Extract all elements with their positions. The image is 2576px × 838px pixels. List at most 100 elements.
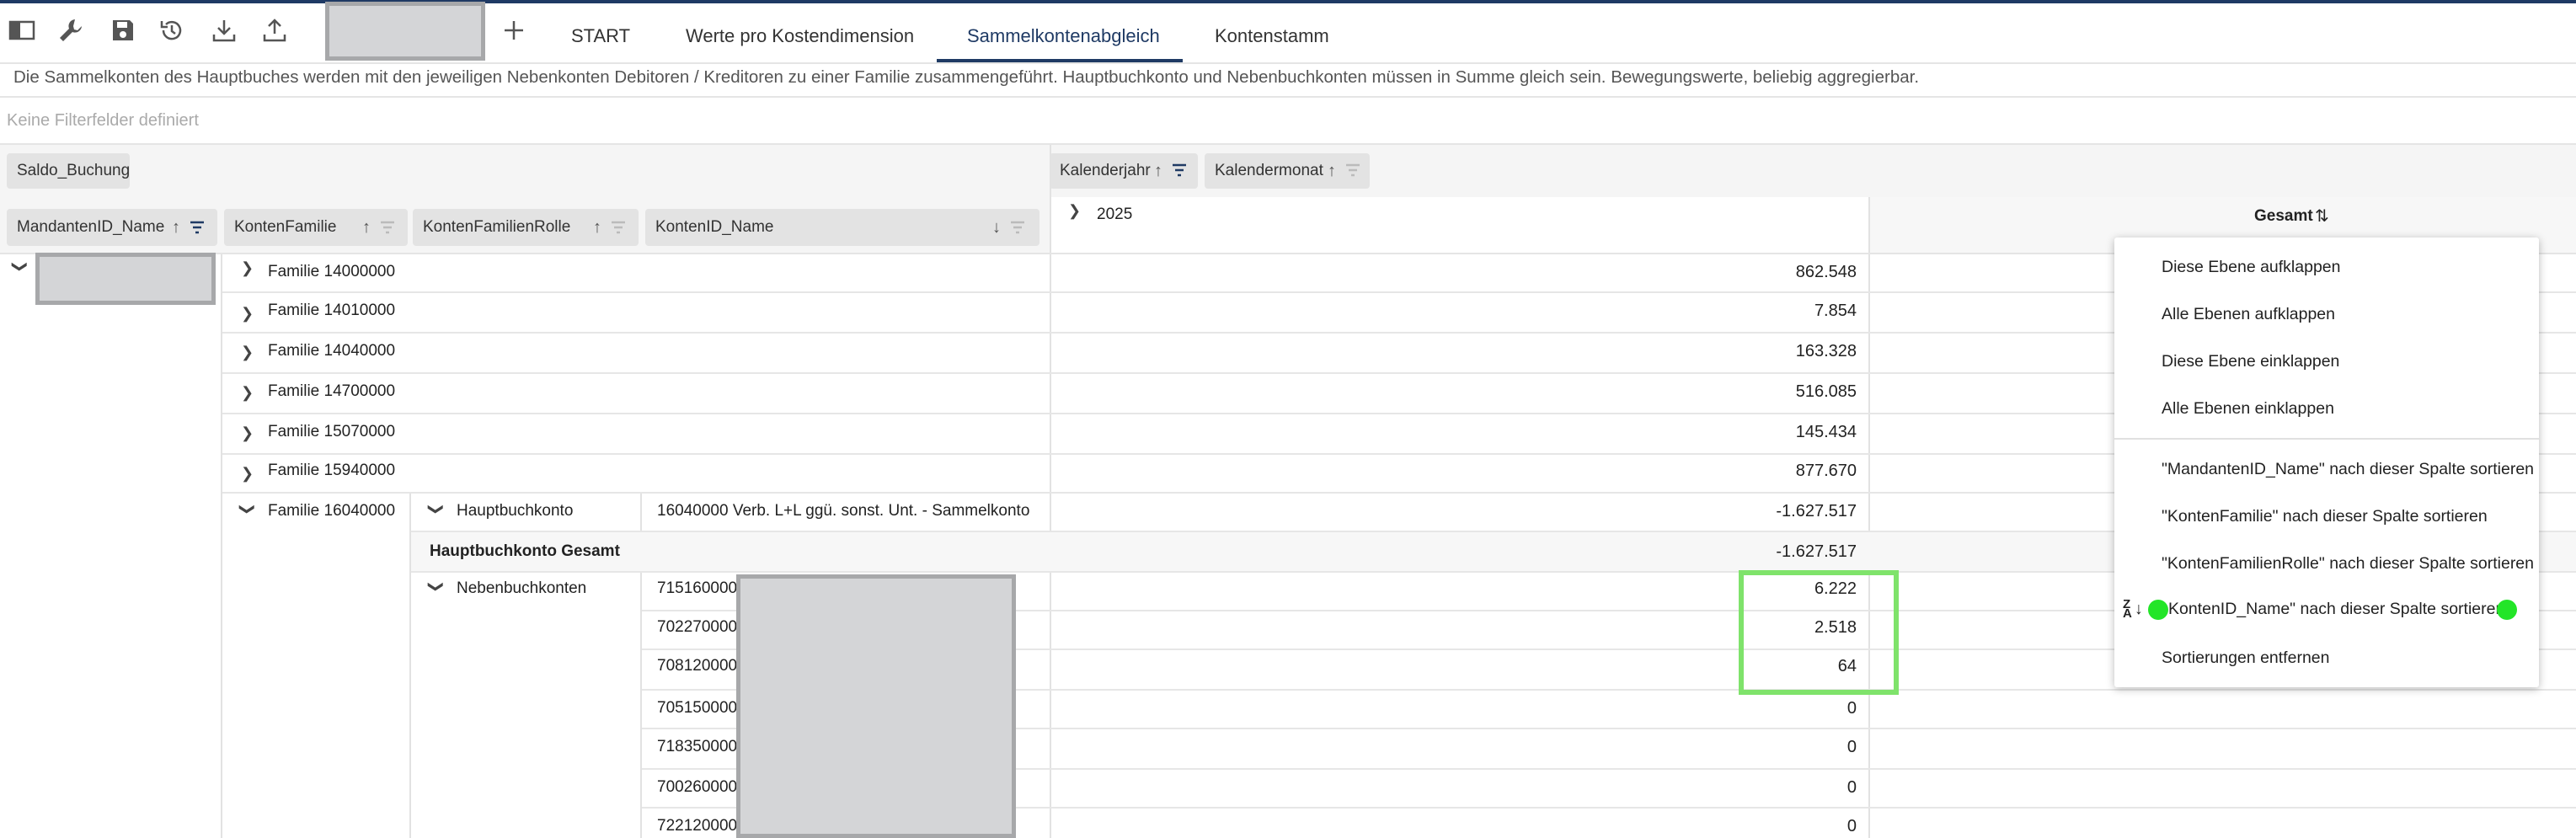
column-field-label: Kalenderjahr bbox=[1060, 162, 1151, 179]
marker-dot bbox=[2148, 600, 2168, 620]
account-value: 0 bbox=[1846, 738, 1857, 756]
row-field-chip-kontenfamilienrolle[interactable]: KontenFamilienRolle ↑ bbox=[413, 209, 639, 246]
family-value: 145.434 bbox=[1795, 423, 1857, 441]
filter-icon[interactable] bbox=[379, 219, 396, 241]
chevron-right-icon[interactable]: ❯ bbox=[241, 259, 254, 277]
menu-item-sort-kontenfamilie[interactable]: "KontenFamilie" nach dieser Spalte sorti… bbox=[2162, 507, 2488, 526]
row-field-chip-kontenfamilie[interactable]: KontenFamilie ↑ bbox=[224, 209, 408, 246]
family-label: Familie 15070000 bbox=[268, 423, 396, 440]
chevron-right-icon[interactable]: ❯ bbox=[241, 305, 254, 323]
tab-sammelkontenabgleich[interactable]: Sammelkontenabgleich bbox=[967, 8, 1160, 64]
menu-item-sort-kontenfamilienrolle[interactable]: "KontenFamilienRolle" nach dieser Spalte… bbox=[2162, 554, 2534, 574]
menu-separator bbox=[2114, 438, 2539, 440]
row-field-label: KontenFamilie bbox=[234, 218, 337, 236]
row-field-label: KontenFamilienRolle bbox=[423, 218, 571, 236]
filter-icon[interactable] bbox=[1009, 219, 1026, 241]
family-label: Familie 16040000 bbox=[268, 502, 396, 520]
sort-ascending-icon[interactable]: ↑ bbox=[1154, 162, 1162, 181]
chevron-right-icon[interactable]: ❯ bbox=[241, 384, 254, 402]
role-label: Hauptbuchkonto bbox=[457, 502, 574, 520]
sort-arrow-icon: ↓ bbox=[2135, 600, 2143, 618]
panel-icon[interactable] bbox=[3, 12, 40, 49]
column-header-year: 2025 bbox=[1097, 205, 1133, 223]
chevron-right-icon[interactable]: ❯ bbox=[241, 424, 254, 442]
family-label: Familie 15940000 bbox=[268, 462, 396, 479]
account-value: 0 bbox=[1846, 817, 1857, 835]
history-icon[interactable] bbox=[153, 12, 190, 49]
account-label: 705150000 bbox=[657, 699, 738, 717]
account-label: 708120000 bbox=[657, 657, 738, 675]
chevron-right-icon[interactable]: ❯ bbox=[1068, 202, 1081, 220]
grid-line bbox=[221, 254, 222, 838]
chevron-right-icon[interactable]: ❯ bbox=[241, 344, 254, 361]
plus-icon[interactable] bbox=[495, 12, 532, 49]
account-label: 722120000 bbox=[657, 817, 738, 835]
subtotal-value: -1.627.517 bbox=[1776, 542, 1857, 561]
highlight-box bbox=[1739, 570, 1899, 695]
sort-ascending-icon[interactable]: ↑ bbox=[593, 218, 601, 238]
account-value: -1.627.517 bbox=[1776, 502, 1857, 520]
data-field-chip[interactable]: Saldo_Buchung bbox=[7, 153, 130, 189]
filter-icon[interactable] bbox=[610, 219, 627, 241]
redacted-mandant bbox=[35, 253, 216, 305]
sort-ascending-icon[interactable]: ↑ bbox=[1328, 162, 1336, 181]
family-value: 7.854 bbox=[1814, 302, 1857, 320]
sort-descending-icon[interactable]: ↓ bbox=[992, 218, 1001, 238]
sort-toggle-icon[interactable]: ⇅ bbox=[2315, 205, 2329, 227]
chevron-down-icon[interactable]: ❯ bbox=[427, 503, 445, 515]
filter-icon[interactable] bbox=[189, 219, 206, 241]
filter-area[interactable]: Keine Filterfelder definiert bbox=[7, 111, 199, 131]
account-label: 702270000 bbox=[657, 618, 738, 636]
download-icon[interactable] bbox=[206, 12, 243, 49]
menu-item-sort-mandantenid[interactable]: "MandantenID_Name" nach dieser Spalte so… bbox=[2162, 460, 2534, 479]
tab-kontenstamm[interactable]: Kontenstamm bbox=[1215, 8, 1329, 64]
chevron-down-icon[interactable]: ❯ bbox=[238, 503, 256, 515]
column-field-chip-kalendermonat[interactable]: Kalendermonat ↑ bbox=[1205, 153, 1370, 189]
filter-icon[interactable] bbox=[1171, 162, 1188, 184]
tab-werte-pro-kostendimension[interactable]: Werte pro Kostendimension bbox=[686, 8, 914, 64]
family-value: 877.670 bbox=[1795, 462, 1857, 480]
family-label: Familie 14700000 bbox=[268, 382, 396, 400]
role-label: Nebenbuchkonten bbox=[457, 579, 587, 597]
family-value: 163.328 bbox=[1795, 342, 1857, 360]
family-label: Familie 14000000 bbox=[268, 263, 396, 280]
menu-item-expand-all[interactable]: Alle Ebenen aufklappen bbox=[2162, 305, 2335, 324]
save-icon[interactable] bbox=[104, 12, 142, 49]
row-field-label: MandantenID_Name bbox=[17, 218, 165, 236]
row-field-chip-kontenid[interactable]: KontenID_Name ↓ bbox=[645, 209, 1039, 246]
menu-item-expand-level[interactable]: Diese Ebene aufklappen bbox=[2162, 258, 2341, 277]
chevron-down-icon[interactable]: ❯ bbox=[11, 260, 29, 273]
sort-ascending-icon[interactable]: ↑ bbox=[172, 218, 180, 238]
column-field-label: Kalendermonat bbox=[1215, 162, 1323, 179]
wrench-icon[interactable] bbox=[52, 12, 89, 49]
family-value: 862.548 bbox=[1795, 263, 1857, 281]
upload-icon[interactable] bbox=[256, 12, 293, 49]
account-label: 715160000 bbox=[657, 579, 738, 597]
chevron-right-icon[interactable]: ❯ bbox=[241, 465, 254, 483]
account-label: 718350000 bbox=[657, 738, 738, 755]
column-header-total[interactable]: Gesamt bbox=[2254, 207, 2313, 226]
filter-icon[interactable] bbox=[1344, 162, 1361, 184]
context-menu: Diese Ebene aufklappen Alle Ebenen aufkl… bbox=[2114, 238, 2539, 687]
family-value: 516.085 bbox=[1795, 382, 1857, 401]
family-label: Familie 14010000 bbox=[268, 302, 396, 319]
redacted-account-names bbox=[736, 574, 1016, 838]
row-field-chip-mandantenid[interactable]: MandantenID_Name ↑ bbox=[7, 209, 217, 246]
grid-line bbox=[1868, 197, 1870, 838]
description-divider bbox=[0, 96, 2576, 98]
tab-start[interactable]: START bbox=[571, 8, 630, 64]
account-value: 0 bbox=[1846, 778, 1857, 797]
chevron-down-icon[interactable]: ❯ bbox=[427, 580, 445, 593]
subtotal-label: Hauptbuchkonto Gesamt bbox=[430, 542, 620, 560]
menu-item-remove-sorting[interactable]: Sortierungen entfernen bbox=[2162, 649, 2329, 668]
marker-dot bbox=[2497, 600, 2517, 620]
row-field-label: KontenID_Name bbox=[655, 218, 774, 236]
menu-item-collapse-all[interactable]: Alle Ebenen einklappen bbox=[2162, 399, 2334, 419]
toolbar-divider bbox=[0, 62, 2576, 64]
column-field-chip-kalenderjahr[interactable]: Kalenderjahr ↑ bbox=[1050, 153, 1198, 189]
menu-item-collapse-level[interactable]: Diese Ebene einklappen bbox=[2162, 352, 2339, 371]
sort-ascending-icon[interactable]: ↑ bbox=[362, 218, 371, 238]
account-label: 16040000 Verb. L+L ggü. sonst. Unt. - Sa… bbox=[657, 502, 1030, 520]
family-label: Familie 14040000 bbox=[268, 342, 396, 360]
menu-item-sort-kontenid[interactable]: KontenID_Name" nach dieser Spalte sortie… bbox=[2168, 600, 2504, 619]
